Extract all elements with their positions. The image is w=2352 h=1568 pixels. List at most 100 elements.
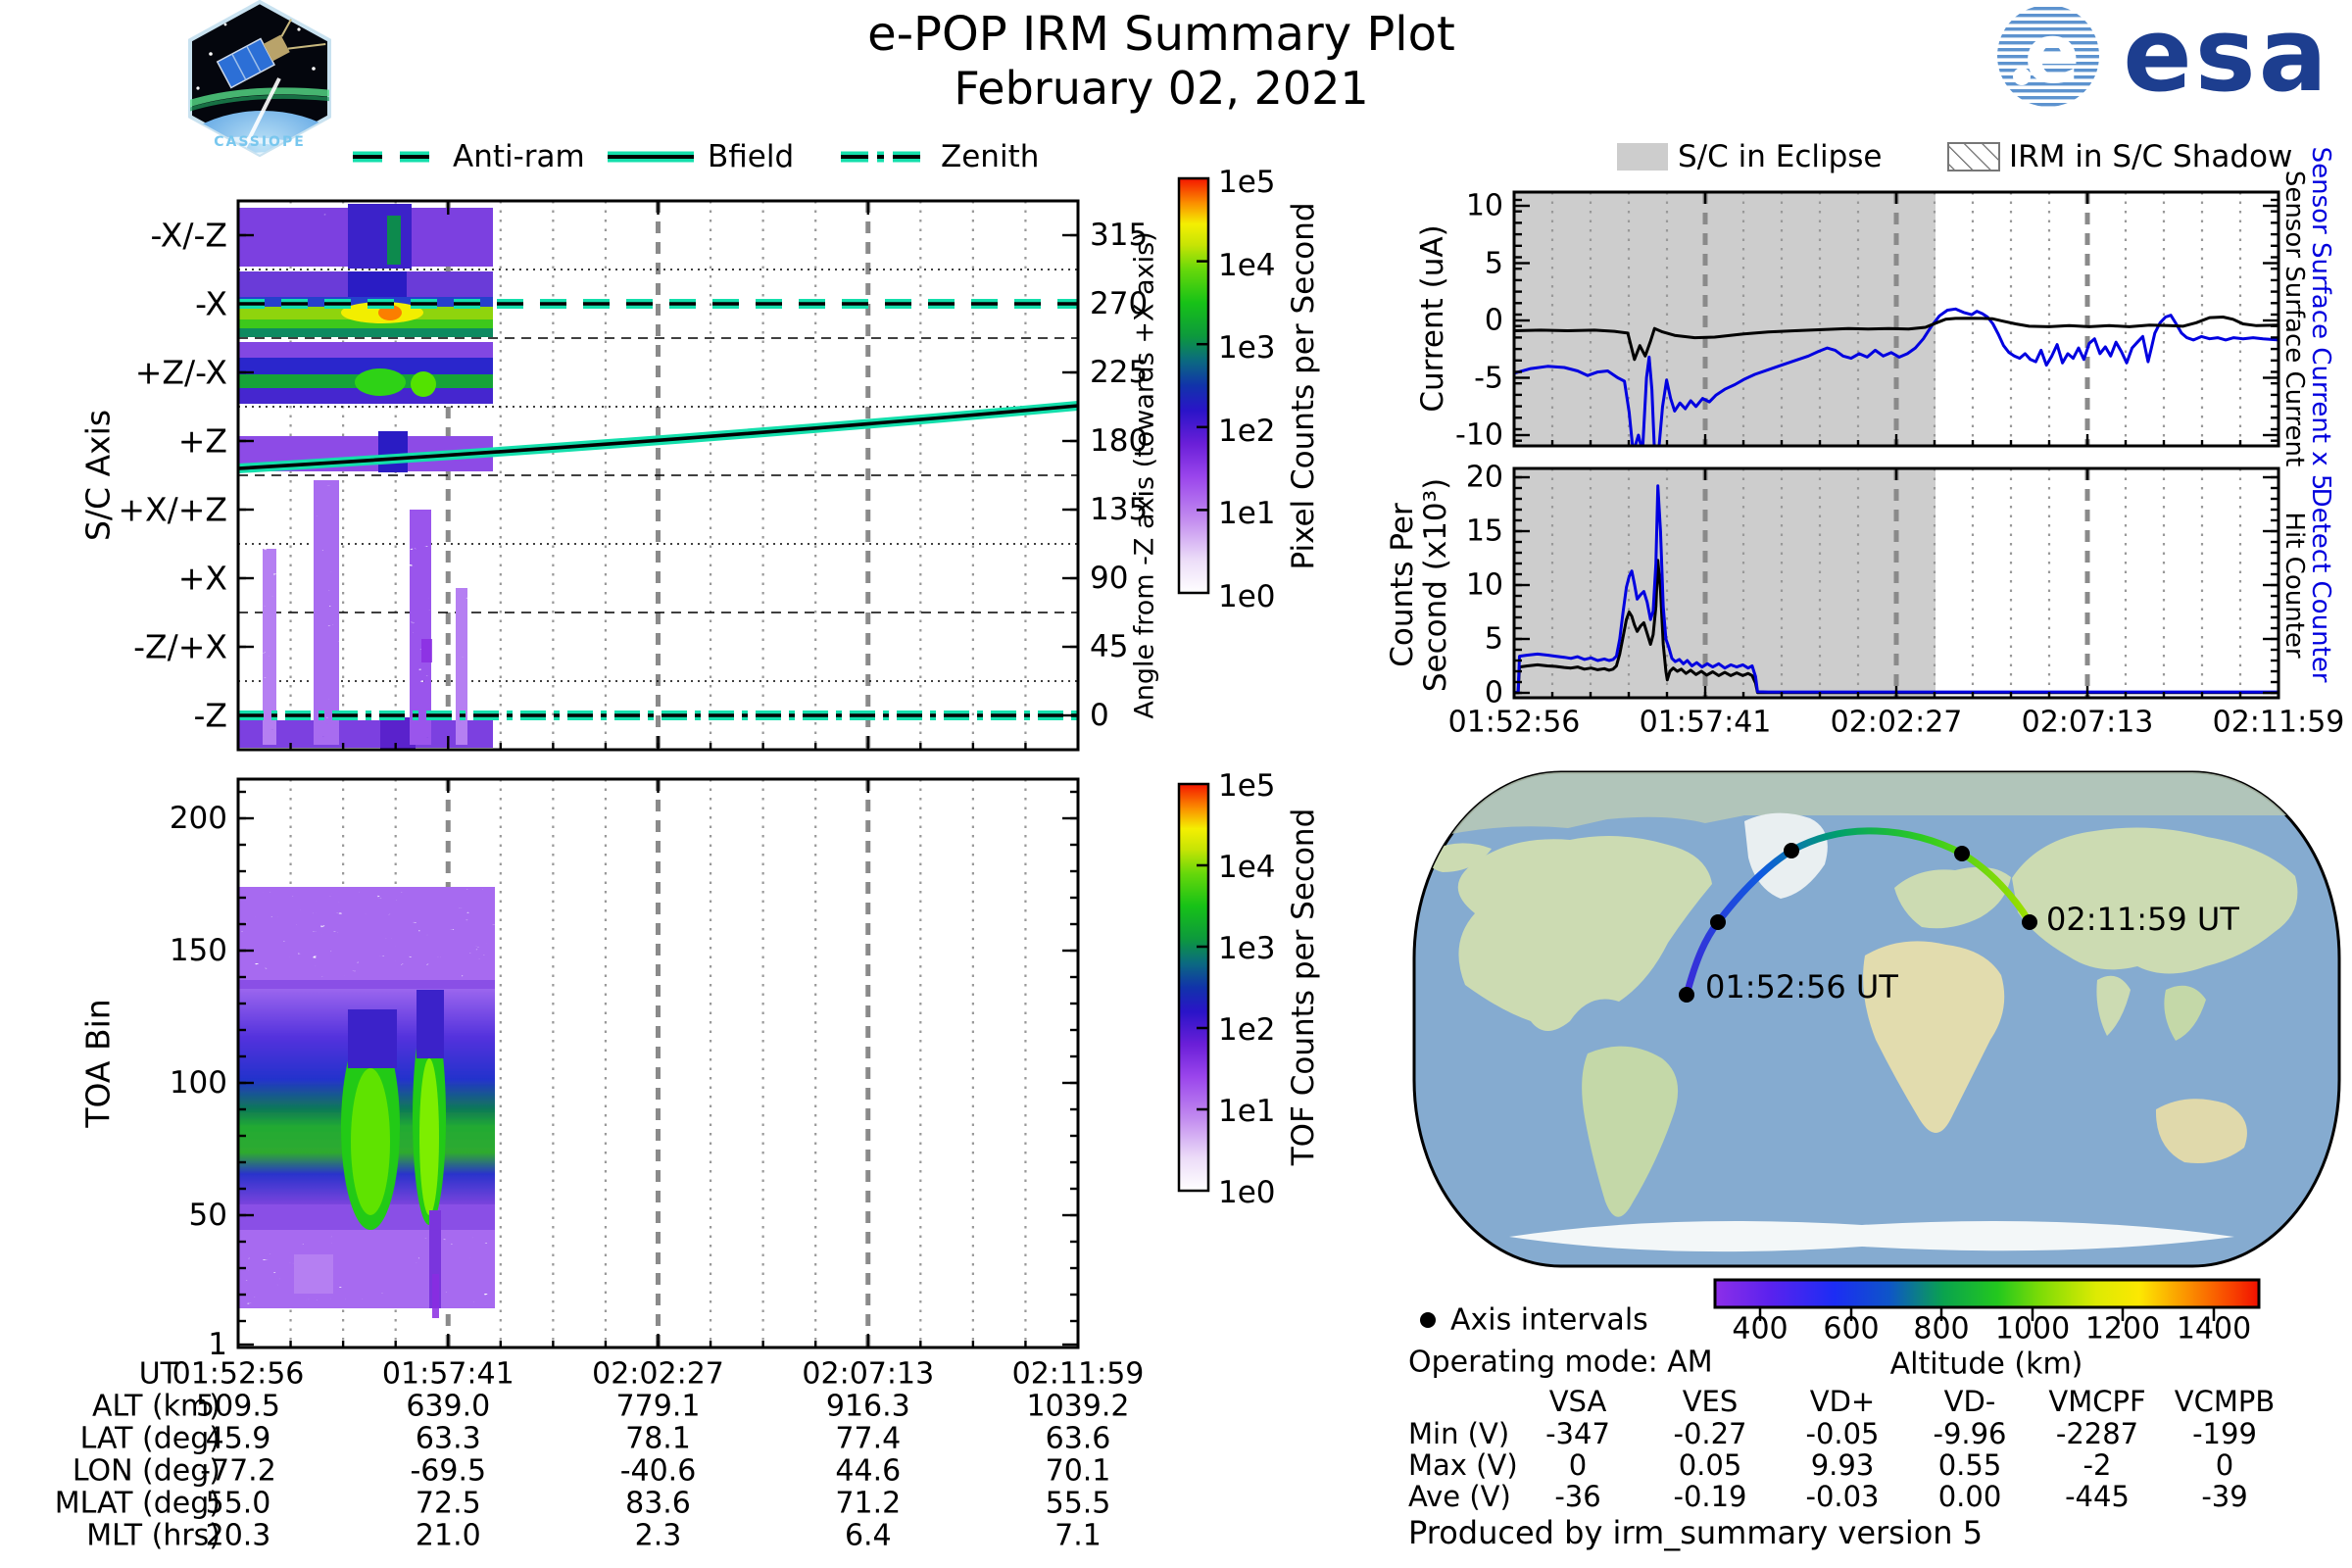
counts-ytick: 15 — [1465, 514, 1503, 549]
eclipse-legend-swatch — [1617, 143, 1668, 171]
current-ylabel: Current (uA) — [1415, 224, 1450, 413]
ephemeris-value: 55.5 — [1045, 1486, 1111, 1521]
angle-axis-tick: 315 — [1090, 218, 1149, 253]
altitude-colorbar-label: Altitude (km) — [1889, 1347, 2083, 1382]
voltage-value: -0.19 — [1673, 1480, 1747, 1513]
tof-counts-colorbar — [1177, 782, 1210, 1193]
eclipse-region-counts-plot — [1514, 468, 1936, 698]
pixel-colorbar-tick: 1e4 — [1218, 247, 1276, 283]
counts-ylabel: Counts Per Second (x10³) — [1385, 477, 1453, 693]
ephemeris-value: 7.1 — [1054, 1518, 1102, 1553]
shadow-legend-swatch — [1947, 142, 2000, 172]
right-time-tick: 02:11:59 — [2212, 705, 2345, 740]
counts-ytick: 20 — [1465, 460, 1503, 495]
track-end-label: 02:11:59 UT — [2046, 901, 2239, 938]
angle-axis-tick: 135 — [1090, 492, 1149, 527]
current-ytick: -5 — [1474, 361, 1503, 395]
angle-axis-tick: 90 — [1090, 561, 1129, 596]
sc-axis-ytick: -Z/+X — [133, 627, 227, 666]
sc-axis-ytick: -X — [195, 284, 227, 323]
detect-counter-label: Detect Counter — [2306, 487, 2335, 683]
ephemeris-value: 70.1 — [1045, 1453, 1111, 1489]
right-time-tick: 02:02:27 — [1830, 705, 1963, 740]
ephemeris-value: 6.4 — [844, 1518, 892, 1553]
ephemeris-row-label: MLAT (deg) — [54, 1486, 220, 1521]
angle-axis-tick: 0 — [1090, 698, 1109, 733]
altitude-tick: 1000 — [1994, 1311, 2071, 1347]
voltage-value: 9.93 — [1810, 1448, 1875, 1482]
altitude-tick: 1400 — [2176, 1311, 2252, 1347]
ephemeris-value: 509.5 — [196, 1389, 280, 1424]
toa-ytick: 200 — [169, 801, 227, 836]
pixel-colorbar-tick: 1e2 — [1218, 413, 1276, 449]
ground-track-map — [1412, 770, 2341, 1268]
ephemeris-value: 77.4 — [835, 1421, 902, 1456]
voltage-row-label: Min (V) — [1408, 1417, 1510, 1450]
ephemeris-value: 55.0 — [205, 1486, 271, 1521]
pixel-counts-colorbar — [1177, 176, 1210, 595]
ephemeris-value: 21.0 — [415, 1518, 481, 1553]
eclipse-region-current-plot — [1514, 192, 1936, 446]
ephemeris-value: 44.6 — [835, 1453, 902, 1489]
voltage-column-header: VD+ — [1809, 1385, 1876, 1418]
hit-counter-label: Hit Counter — [2279, 512, 2309, 659]
sc-axis-spectrogram — [238, 204, 493, 749]
ephemeris-value: 71.2 — [835, 1486, 902, 1521]
tof-colorbar-tick: 1e0 — [1218, 1175, 1276, 1210]
angle-axis-tick: 45 — [1090, 629, 1129, 664]
voltage-value: 0.05 — [1678, 1448, 1742, 1482]
ephemeris-value: 72.5 — [415, 1486, 481, 1521]
ephemeris-value: 20.3 — [205, 1518, 271, 1553]
ephemeris-value: -69.5 — [410, 1453, 487, 1489]
altitude-tick: 400 — [1732, 1311, 1788, 1347]
axis-intervals-dot — [1420, 1312, 1436, 1328]
voltage-column-header: VMCPF — [2048, 1385, 2146, 1418]
ephemeris-row-label: LAT (deg) — [79, 1421, 220, 1456]
right-time-tick: 01:57:41 — [1639, 705, 1772, 740]
voltage-value: -2 — [2082, 1448, 2112, 1482]
sensor-surface-current-label: Sensor Surface Current — [2279, 170, 2309, 467]
tof-colorbar-tick: 1e5 — [1218, 768, 1276, 804]
tof-colorbar-tick: 1e4 — [1218, 850, 1276, 885]
legend-bfield-label: Bfield — [708, 139, 795, 174]
counts-ytick: 5 — [1484, 621, 1503, 657]
sc-axis-ytick: -Z — [193, 696, 227, 735]
voltage-column-header: VES — [1682, 1385, 1739, 1418]
svg-text:CASSIOPE: CASSIOPE — [214, 134, 306, 150]
ephemeris-value: -77.2 — [200, 1453, 276, 1489]
angle-axis-tick: 270 — [1090, 286, 1149, 321]
voltage-value: -0.27 — [1673, 1417, 1747, 1450]
page-date: February 02, 2021 — [954, 62, 1369, 115]
ephemeris-value: 45.9 — [205, 1421, 271, 1456]
toa-ylabel: TOA Bin — [78, 999, 118, 1128]
voltage-column-header: VCMPB — [2174, 1385, 2276, 1418]
right-time-tick: 02:07:13 — [2021, 705, 2154, 740]
ephemeris-row-label: MLT (hrs) — [86, 1518, 220, 1553]
voltage-value: -347 — [1545, 1417, 1610, 1450]
tof-colorbar-tick: 1e2 — [1218, 1012, 1276, 1048]
voltage-value: -0.05 — [1805, 1417, 1880, 1450]
ephemeris-value: 63.3 — [415, 1421, 481, 1456]
ut-time-value: 01:57:41 — [381, 1356, 514, 1392]
current-ytick: 10 — [1465, 188, 1503, 223]
voltage-value: -9.96 — [1933, 1417, 2007, 1450]
altitude-tick: 800 — [1913, 1311, 1970, 1347]
tof-counts-colorbar-title: TOF Counts per Second — [1286, 808, 1321, 1166]
voltage-row-label: Max (V) — [1408, 1448, 1518, 1482]
voltage-value: -36 — [1554, 1480, 1601, 1513]
track-start-label: 01:52:56 UT — [1705, 968, 1898, 1005]
tof-colorbar-tick: 1e3 — [1218, 931, 1276, 966]
pixel-colorbar-tick: 1e1 — [1218, 496, 1276, 532]
voltage-column-header: VSA — [1548, 1385, 1607, 1418]
axis-intervals-label: Axis intervals — [1450, 1302, 1648, 1338]
ut-time-value: 02:02:27 — [592, 1356, 724, 1392]
ephemeris-value: 639.0 — [406, 1389, 491, 1424]
operating-mode-label: Operating mode: AM — [1408, 1345, 1713, 1380]
voltage-column-header: VD- — [1943, 1385, 1996, 1418]
page-title: e-POP IRM Summary Plot — [867, 7, 1455, 62]
pixel-colorbar-tick: 1e3 — [1218, 330, 1276, 367]
toa-ytick: 100 — [169, 1065, 227, 1101]
ephemeris-value: -40.6 — [619, 1453, 697, 1489]
shadow-legend-label: IRM in S/C Shadow — [2009, 139, 2293, 174]
voltage-value: -199 — [2192, 1417, 2257, 1450]
